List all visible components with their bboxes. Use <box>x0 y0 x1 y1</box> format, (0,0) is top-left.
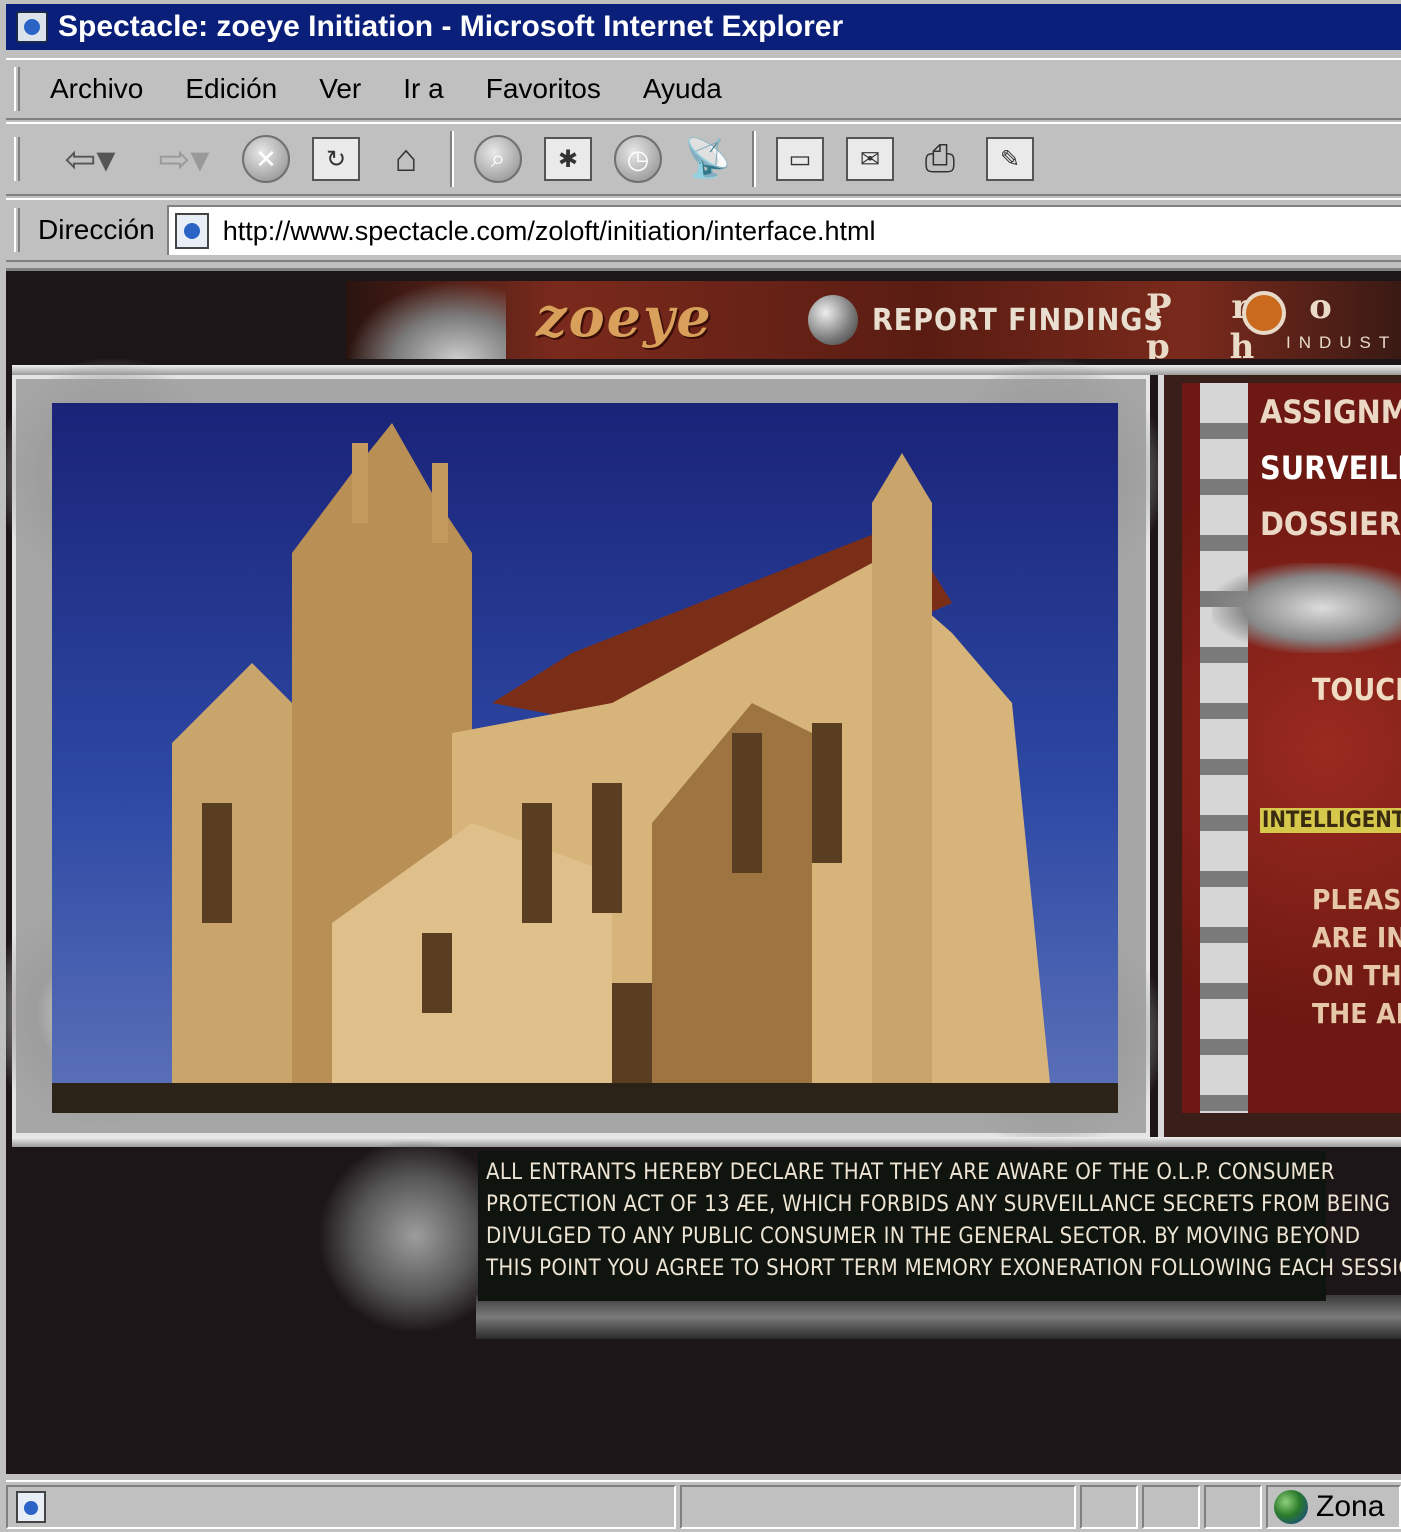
favorites-button[interactable]: ✱ <box>540 130 596 188</box>
disclaimer-line: PROTECTION ACT OF 13 ÆE, WHICH FORBIDS A… <box>486 1192 1391 1217</box>
industries-label: INDUST <box>1286 333 1398 352</box>
edit-button[interactable]: ✎ <box>982 130 1038 188</box>
standard-toolbar: ⇦▾ ⇨▾ ✕ ↻ ⌂ ⌕ ✱ ◷ 📡 ▭ ✉ ⎙ ✎ <box>6 122 1401 196</box>
home-icon: ⌂ <box>394 137 418 180</box>
status-cell <box>1204 1485 1262 1529</box>
refresh-icon: ↻ <box>312 137 360 181</box>
status-progress <box>680 1485 1076 1529</box>
search-icon: ⌕ <box>474 135 522 183</box>
fullscreen-button[interactable]: ▭ <box>772 130 828 188</box>
toolbar-grip[interactable] <box>14 137 20 181</box>
disclaimer-line: DIVULGED TO ANY PUBLIC CONSUMER IN THE G… <box>486 1224 1361 1249</box>
nav-panel-bg: ASSIGNMEN SURVEILLAN DOSSIERS TOUCH I IN… <box>1182 383 1401 1113</box>
edit-icon: ✎ <box>986 137 1034 181</box>
page-icon <box>16 1491 46 1523</box>
status-cell <box>1080 1485 1138 1529</box>
internet-zone-icon <box>1274 1490 1308 1524</box>
page-content: zoeye REPORT FINDINGS P r o p h INDUST <box>6 268 1401 1474</box>
instruction-line: PLEASE W <box>1312 883 1401 916</box>
search-button[interactable]: ⌕ <box>470 130 526 188</box>
nav-assignments[interactable]: ASSIGNMEN <box>1260 393 1401 431</box>
address-url[interactable]: http://www.spectacle.com/zoloft/initiati… <box>223 216 876 247</box>
status-bar: Zona <box>6 1480 1401 1532</box>
channels-button[interactable]: 📡 <box>680 130 736 188</box>
toolbar-separator <box>752 131 756 187</box>
silver-divider <box>12 1137 1401 1147</box>
history-icon: ◷ <box>614 135 662 183</box>
intelligent-highlight: INTELLIGENT <box>1260 808 1401 833</box>
print-icon: ⎙ <box>924 137 956 180</box>
prophecy-ring-icon <box>1242 291 1286 335</box>
photo-frame <box>6 359 1166 1149</box>
back-button[interactable]: ⇦▾ <box>50 130 130 188</box>
forward-button[interactable]: ⇨▾ <box>144 130 224 188</box>
nav-surveillance[interactable]: SURVEILLAN <box>1260 449 1401 487</box>
instruction-line: ARE INSTI <box>1312 921 1401 954</box>
touch-heading: TOUCH I <box>1312 673 1401 708</box>
home-button[interactable]: ⌂ <box>378 130 434 188</box>
instruction-line: THE ARRO <box>1312 997 1401 1030</box>
menu-ir-a[interactable]: Ir a <box>403 73 443 105</box>
forward-arrow-icon: ⇨▾ <box>158 138 210 181</box>
page-icon <box>174 213 209 249</box>
header-banner: zoeye REPORT FINDINGS P r o p h INDUST <box>346 281 1401 359</box>
ornament-swirl <box>1212 563 1401 653</box>
status-zone[interactable]: Zona <box>1266 1485 1401 1529</box>
cathedral-illustration <box>52 423 1118 1113</box>
intelligent-line: INTELLIGENT A <box>1260 801 1401 834</box>
address-grip[interactable] <box>14 208 20 252</box>
refresh-button[interactable]: ↻ <box>308 130 364 188</box>
browser-window: Spectacle: zoeye Initiation - Microsoft … <box>0 0 1401 1532</box>
disclaimer-text: ALL ENTRANTS HEREBY DECLARE THAT THEY AR… <box>478 1151 1401 1301</box>
back-arrow-icon: ⇦▾ <box>64 138 116 181</box>
channels-icon: 📡 <box>684 138 732 180</box>
navigation-panel: ASSIGNMEN SURVEILLAN DOSSIERS TOUCH I IN… <box>1158 375 1401 1137</box>
nav-dossiers[interactable]: DOSSIERS <box>1260 505 1401 543</box>
history-button[interactable]: ◷ <box>610 130 666 188</box>
report-findings-link[interactable]: REPORT FINDINGS <box>872 303 1164 338</box>
status-cell <box>1142 1485 1200 1529</box>
address-bar: Dirección http://www.spectacle.com/zolof… <box>6 198 1401 262</box>
zone-label: Zona <box>1316 1490 1385 1523</box>
window-title: Spectacle: zoeye Initiation - Microsoft … <box>58 10 844 43</box>
globe-icon[interactable] <box>808 295 858 345</box>
ornament-curl <box>346 281 506 359</box>
address-input[interactable]: http://www.spectacle.com/zoloft/initiati… <box>166 205 1401 255</box>
instruction-line: ON THE M <box>1312 959 1401 992</box>
status-main <box>6 1485 676 1529</box>
menu-edicion[interactable]: Edición <box>185 73 277 105</box>
stop-icon: ✕ <box>242 135 290 183</box>
stop-button[interactable]: ✕ <box>238 130 294 188</box>
mail-icon: ✉ <box>846 137 894 181</box>
menu-bar: Archivo Edición Ver Ir a Favoritos Ayuda <box>6 58 1401 120</box>
menu-ayuda[interactable]: Ayuda <box>643 73 722 105</box>
favorites-icon: ✱ <box>544 137 592 181</box>
menu-archivo[interactable]: Archivo <box>50 73 143 105</box>
menu-ver[interactable]: Ver <box>319 73 361 105</box>
menu-grip[interactable] <box>14 67 20 111</box>
cathedral-image <box>52 403 1118 1113</box>
skull-column <box>1200 383 1248 1113</box>
address-label: Dirección <box>38 214 155 245</box>
disclaimer-line: ALL ENTRANTS HEREBY DECLARE THAT THEY AR… <box>486 1160 1335 1185</box>
zoeye-logo[interactable]: zoeye <box>536 285 713 349</box>
silver-bar <box>476 1295 1401 1339</box>
disclaimer-line: THIS POINT YOU AGREE TO SHORT TERM MEMOR… <box>486 1256 1401 1281</box>
ie-page-icon <box>16 11 48 43</box>
title-bar: Spectacle: zoeye Initiation - Microsoft … <box>6 4 1401 50</box>
fullscreen-icon: ▭ <box>776 137 824 181</box>
toolbar-separator <box>450 131 454 187</box>
print-button[interactable]: ⎙ <box>912 130 968 188</box>
menu-favoritos[interactable]: Favoritos <box>486 73 601 105</box>
mail-button[interactable]: ✉ <box>842 130 898 188</box>
